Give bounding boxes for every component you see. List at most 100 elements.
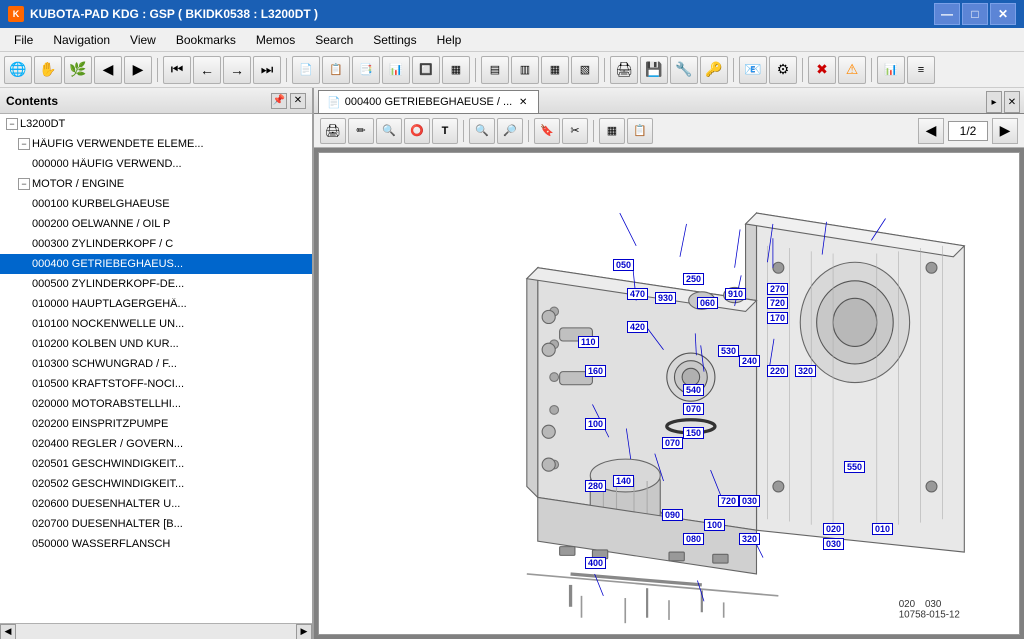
tree-label-000500: ZYLINDERKOPF-DE...: [72, 278, 184, 290]
main-area: Contents 📌 ✕ − L3200DT − HÄUFIG VERWENDE…: [0, 88, 1024, 639]
toolbar-back[interactable]: ◀: [94, 56, 122, 84]
toolbar-doc3[interactable]: 📑: [352, 56, 380, 84]
toolbar-first[interactable]: ⏮: [163, 56, 191, 84]
tree-container[interactable]: − L3200DT − HÄUFIG VERWENDETE ELEME... 0…: [0, 114, 312, 623]
toolbar-doc4[interactable]: 📊: [382, 56, 410, 84]
toolbar-hand[interactable]: ✋: [34, 56, 62, 84]
hscroll-right[interactable]: ▶: [296, 624, 312, 639]
toolbar-doc6[interactable]: ▦: [442, 56, 470, 84]
menu-memos[interactable]: Memos: [246, 31, 305, 49]
maximize-button[interactable]: □: [962, 3, 988, 25]
tree-label-010000: HAUPTLAGERGEHÄ...: [72, 298, 187, 310]
menu-navigation[interactable]: Navigation: [43, 31, 120, 49]
window-controls: — □ ✕: [934, 3, 1016, 25]
tab-close-all[interactable]: ✕: [1004, 91, 1020, 113]
menu-bookmarks[interactable]: Bookmarks: [166, 31, 246, 49]
tree-item-l3200dt[interactable]: − L3200DT: [0, 114, 312, 134]
tree-item-010100[interactable]: 010100 NOCKENWELLE UN...: [0, 314, 312, 334]
toolbar-cancel[interactable]: ✖: [808, 56, 836, 84]
page-next-btn[interactable]: ▶: [992, 118, 1018, 144]
doc-annotate-btn[interactable]: ✏: [348, 118, 374, 144]
menu-view[interactable]: View: [120, 31, 166, 49]
expander-l3200dt[interactable]: −: [6, 118, 18, 130]
toolbar-key[interactable]: 🔑: [700, 56, 728, 84]
tree-item-010300[interactable]: 010300 SCHWUNGRAD / F...: [0, 354, 312, 374]
tree-item-000300[interactable]: 000300 ZYLINDERKOPF / C: [0, 234, 312, 254]
toolbar-doc2[interactable]: 📋: [322, 56, 350, 84]
toolbar-warn[interactable]: ⚠: [838, 56, 866, 84]
tree-item-000500[interactable]: 000500 ZYLINDERKOPF-DE...: [0, 274, 312, 294]
toolbar-print[interactable]: 🖨: [610, 56, 638, 84]
tree-item-010000[interactable]: 010000 HAUPTLAGERGEHÄ...: [0, 294, 312, 314]
tree-item-000400[interactable]: 000400 GETRIEBEGHAEUS...: [0, 254, 312, 274]
tree-label-020502: GESCHWINDIGKEIT...: [72, 478, 184, 490]
hscroll-track[interactable]: [16, 624, 296, 639]
doc-table-btn[interactable]: 📋: [627, 118, 653, 144]
toolbar-home[interactable]: 🌐: [4, 56, 32, 84]
toolbar-next[interactable]: →: [223, 56, 251, 84]
doc-bookmark-btn[interactable]: 🔖: [534, 118, 560, 144]
expander-haufig[interactable]: −: [18, 138, 30, 150]
diagram-ref-text: 10758-015-12: [899, 610, 960, 621]
tree-item-010200[interactable]: 010200 KOLBEN UND KUR...: [0, 334, 312, 354]
toolbar-last[interactable]: ⏭: [253, 56, 281, 84]
toolbar-view3[interactable]: ▦: [541, 56, 569, 84]
toolbar-save[interactable]: 💾: [640, 56, 668, 84]
tree-item-020200[interactable]: 020200 EINSPRITZPUMPE: [0, 414, 312, 434]
toolbar-doc5[interactable]: 🔲: [412, 56, 440, 84]
toolbar-view1[interactable]: ▤: [481, 56, 509, 84]
toolbar-tree[interactable]: 🌿: [64, 56, 92, 84]
tree-item-000100[interactable]: 000100 KURBELGHAEUSE: [0, 194, 312, 214]
tree-item-000000[interactable]: 000000 HÄUFIG VERWEND...: [0, 154, 312, 174]
tree-code-010300: 010300: [32, 358, 72, 370]
tab-scroll-left[interactable]: ▸: [986, 91, 1002, 113]
doc-zoom-out-btn[interactable]: 🔎: [497, 118, 523, 144]
toolbar-doc1[interactable]: 📄: [292, 56, 320, 84]
tree-item-020600[interactable]: 020600 DUESENHALTER U...: [0, 494, 312, 514]
page-prev-btn[interactable]: ◀: [918, 118, 944, 144]
hscroll-left[interactable]: ◀: [0, 624, 16, 639]
tree-item-020400[interactable]: 020400 REGLER / GOVERN...: [0, 434, 312, 454]
doc-zoom-circle-btn[interactable]: ⭕: [404, 118, 430, 144]
doc-text-btn[interactable]: T: [432, 118, 458, 144]
menu-settings[interactable]: Settings: [363, 31, 426, 49]
tree-item-haufig-group[interactable]: − HÄUFIG VERWENDETE ELEME...: [0, 134, 312, 154]
doc-tab-close[interactable]: ✕: [516, 95, 530, 109]
toolbar-view4[interactable]: ▧: [571, 56, 599, 84]
toolbar-tool[interactable]: 🔧: [670, 56, 698, 84]
sidebar-hscroll[interactable]: ◀ ▶: [0, 623, 312, 639]
doc-print-btn[interactable]: 🖨: [320, 118, 346, 144]
toolbar-forward[interactable]: ▶: [124, 56, 152, 84]
toolbar-view2[interactable]: ▥: [511, 56, 539, 84]
menu-file[interactable]: File: [4, 31, 43, 49]
tree-item-020501[interactable]: 020501 GESCHWINDIGKEIT...: [0, 454, 312, 474]
doc-grid-btn[interactable]: ▦: [599, 118, 625, 144]
tree-item-020700[interactable]: 020700 DUESENHALTER [B...: [0, 514, 312, 534]
toolbar-chart[interactable]: 📊: [877, 56, 905, 84]
tree-item-motor-group[interactable]: − MOTOR / ENGINE: [0, 174, 312, 194]
sidebar-pin-button[interactable]: 📌: [271, 93, 287, 109]
doc-tab-active[interactable]: 📄 000400 GETRIEBEGHAEUSE / ... ✕: [318, 90, 539, 113]
tree-item-000200[interactable]: 000200 OELWANNE / OIL P: [0, 214, 312, 234]
doc-zoom-in-btn[interactable]: 🔍: [469, 118, 495, 144]
tree-label-020400: REGLER / GOVERN...: [72, 438, 183, 450]
tree-item-050000[interactable]: 050000 WASSERFLANSCH: [0, 534, 312, 554]
doc-zoom-region-btn[interactable]: 🔍: [376, 118, 402, 144]
main-toolbar: 🌐 ✋ 🌿 ◀ ▶ ⏮ ← → ⏭ 📄 📋 📑 📊 🔲 ▦ ▤ ▥ ▦ ▧ 🖨 …: [0, 52, 1024, 88]
doc-cut-btn[interactable]: ✂: [562, 118, 588, 144]
tree-item-010500[interactable]: 010500 KRAFTSTOFF-NOCI...: [0, 374, 312, 394]
menu-help[interactable]: Help: [427, 31, 472, 49]
close-button[interactable]: ✕: [990, 3, 1016, 25]
sep1: [157, 58, 158, 82]
sidebar-close-button[interactable]: ✕: [290, 93, 306, 109]
tree-code-020502: 020502: [32, 478, 72, 490]
tree-item-020000[interactable]: 020000 MOTORABSTELLHI...: [0, 394, 312, 414]
menu-search[interactable]: Search: [305, 31, 363, 49]
toolbar-prev[interactable]: ←: [193, 56, 221, 84]
toolbar-email[interactable]: 📧: [739, 56, 767, 84]
expander-motor[interactable]: −: [18, 178, 30, 190]
tree-item-020502[interactable]: 020502 GESCHWINDIGKEIT...: [0, 474, 312, 494]
toolbar-settings[interactable]: ⚙: [769, 56, 797, 84]
minimize-button[interactable]: —: [934, 3, 960, 25]
toolbar-list[interactable]: ≡: [907, 56, 935, 84]
